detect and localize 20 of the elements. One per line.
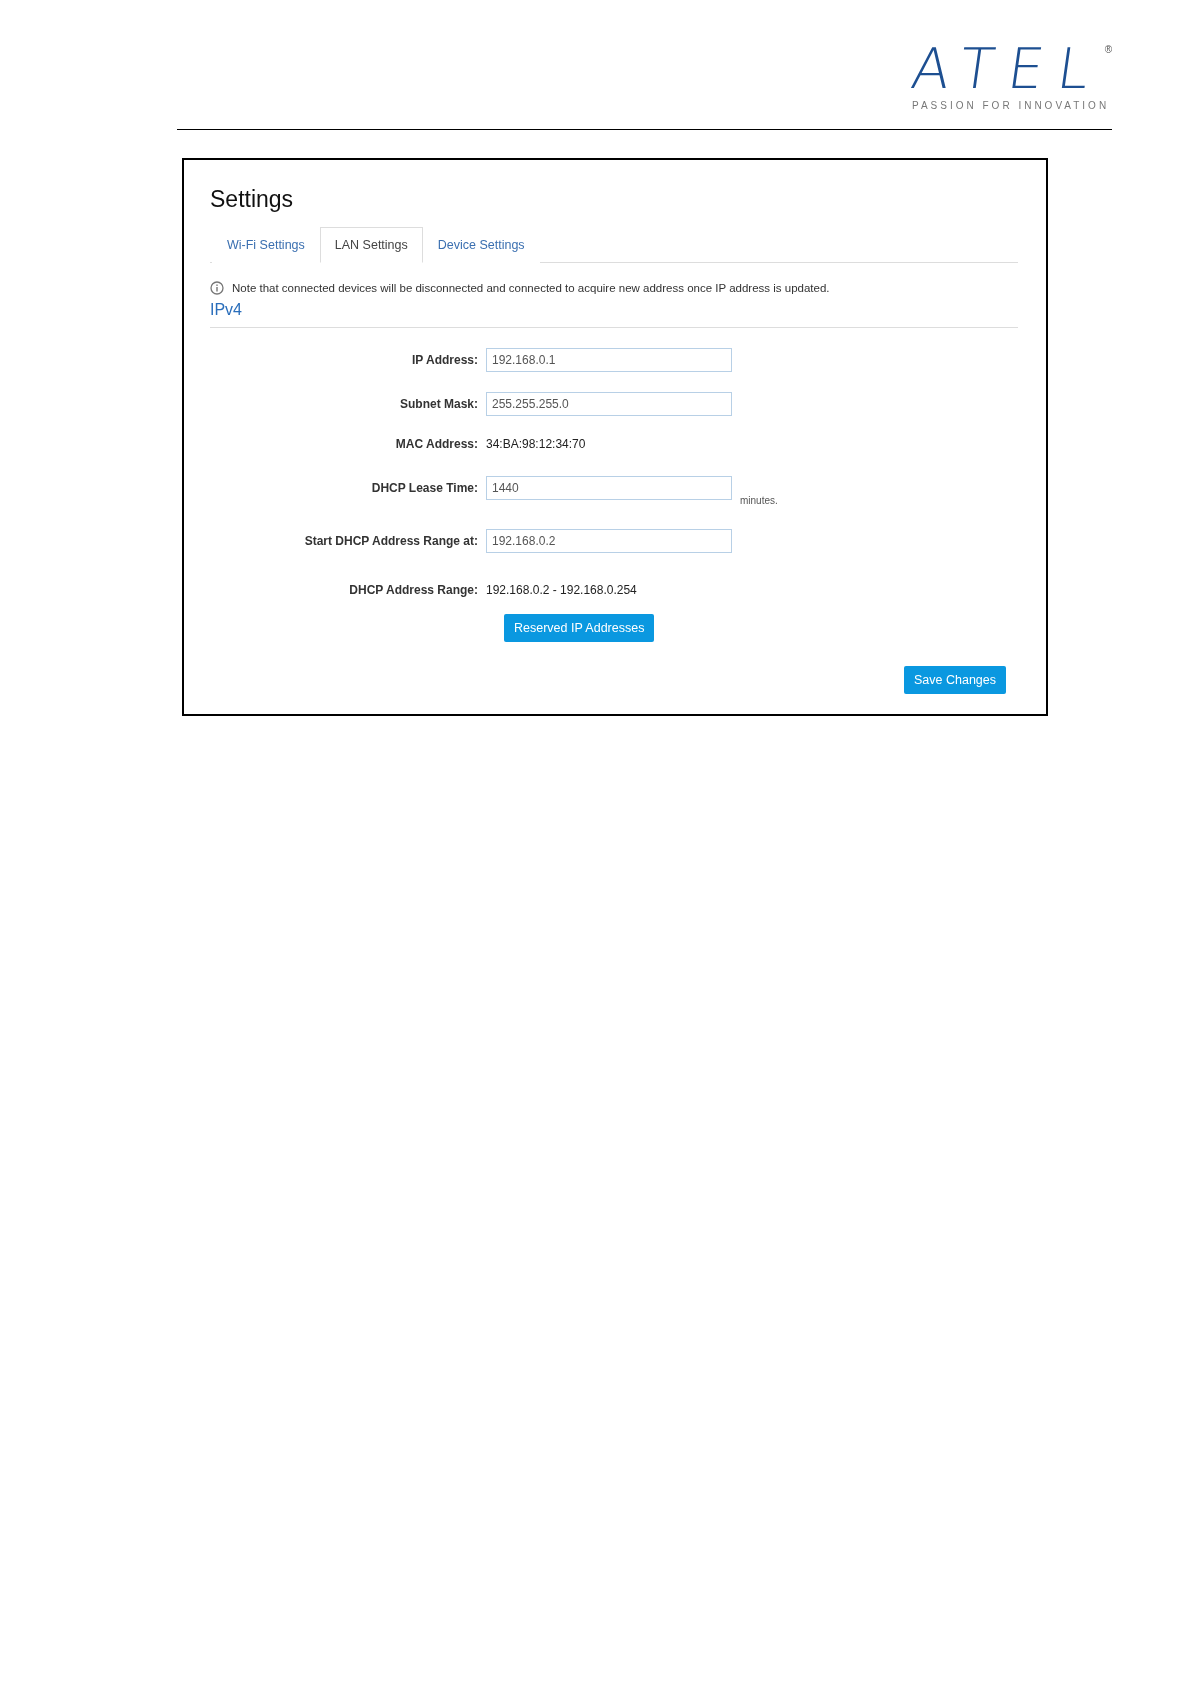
input-field[interactable]: 255.255.255.0 xyxy=(486,392,732,416)
field-label: DHCP Lease Time: xyxy=(370,481,478,495)
page-title: Settings xyxy=(210,186,295,213)
info-icon xyxy=(210,281,224,295)
tab[interactable]: LAN Settings xyxy=(319,227,423,263)
unit-label: minutes. xyxy=(740,495,779,506)
note-text: Note that connected devices will be disconnected and connected to acquire new address once IP address is updated. xyxy=(232,282,830,294)
field-label: IP Address: xyxy=(410,353,478,367)
field-label: Subnet Mask: xyxy=(399,397,478,411)
field-label: Start DHCP Address Range at: xyxy=(303,534,478,548)
logo-tagline: PASSION FOR INNOVATION xyxy=(912,100,1110,111)
input-field[interactable]: 1440 xyxy=(486,476,732,500)
field-label: MAC Address: xyxy=(394,437,478,451)
input-field[interactable]: 192.168.0.2 xyxy=(486,529,732,553)
field-value: 34:BA:98:12:34:70 xyxy=(486,437,587,451)
input-field[interactable]: 192.168.0.1 xyxy=(486,348,732,372)
field-label: DHCP Address Range: xyxy=(348,583,478,597)
field-value: 192.168.0.2 - 192.168.0.254 xyxy=(486,583,638,597)
registered-mark: ® xyxy=(1104,44,1113,55)
section-heading: IPv4 xyxy=(210,295,1018,328)
